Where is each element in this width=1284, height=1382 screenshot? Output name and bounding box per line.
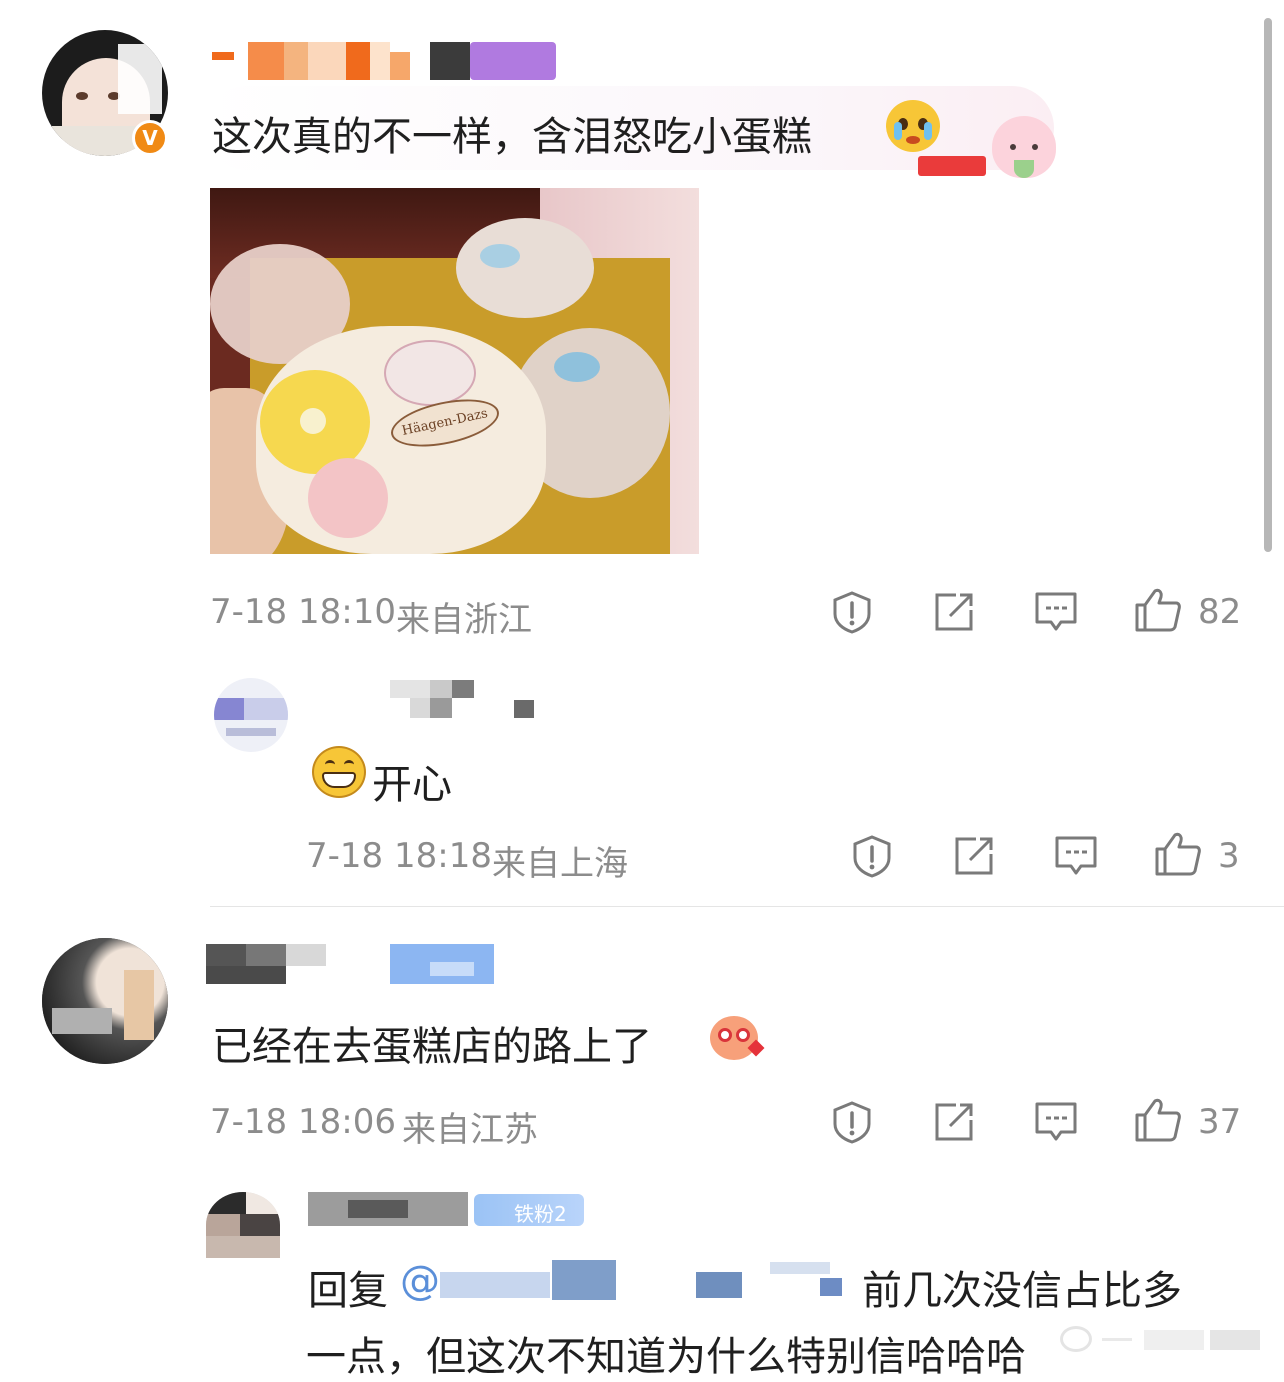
comment-location: 来自上海 bbox=[492, 844, 628, 884]
reply-prefix: 回复 bbox=[308, 1268, 388, 1314]
report-icon bbox=[833, 1101, 871, 1144]
reply-button[interactable] bbox=[1032, 1098, 1080, 1146]
like-icon bbox=[1135, 588, 1181, 632]
report-button[interactable] bbox=[828, 1098, 876, 1146]
reply-button[interactable] bbox=[1052, 832, 1100, 880]
avatar[interactable] bbox=[42, 938, 168, 1064]
comment-text-line2: 一点，但这次不知道为什么特别信哈哈哈 bbox=[306, 1334, 1026, 1380]
scrollbar[interactable] bbox=[1264, 18, 1272, 552]
fan-badge-label: 铁粉2 bbox=[514, 1202, 567, 1226]
reply-button[interactable] bbox=[1032, 588, 1080, 636]
report-button[interactable] bbox=[848, 832, 896, 880]
report-button[interactable] bbox=[828, 588, 876, 636]
watermark-logo bbox=[1060, 1322, 1270, 1358]
like-icon bbox=[1135, 1098, 1181, 1142]
comment-icon bbox=[1055, 836, 1097, 875]
comment-location: 来自江苏 bbox=[402, 1110, 538, 1150]
comment-divider bbox=[210, 906, 1284, 907]
comment-image[interactable]: Häagen-Dazs bbox=[210, 188, 699, 554]
comment-time: 7-18 18:06 bbox=[210, 1102, 396, 1142]
share-button[interactable] bbox=[930, 1098, 978, 1146]
comment-time: 7-18 18:10 bbox=[210, 592, 396, 632]
like-button[interactable] bbox=[1154, 830, 1202, 878]
like-button[interactable] bbox=[1134, 586, 1182, 634]
like-icon bbox=[1155, 832, 1201, 876]
share-icon bbox=[935, 593, 973, 631]
comment-text: 已经在去蛋糕店的路上了 bbox=[212, 1024, 652, 1070]
comment-icon bbox=[1035, 592, 1077, 631]
crying-face-icon bbox=[886, 100, 940, 152]
comment-text-line1: 前几次没信占比多 bbox=[862, 1268, 1182, 1314]
avatar[interactable] bbox=[206, 1192, 280, 1258]
grinning-face-icon bbox=[312, 746, 366, 798]
like-count: 37 bbox=[1198, 1102, 1242, 1142]
mention-link[interactable]: @ bbox=[400, 1258, 440, 1304]
verified-badge-icon: V bbox=[132, 120, 168, 156]
heart-eyes-sticker-icon bbox=[706, 1006, 765, 1062]
like-count: 3 bbox=[1218, 836, 1240, 876]
share-button[interactable] bbox=[950, 832, 998, 880]
share-icon bbox=[955, 837, 993, 875]
comment-text: 开心 bbox=[372, 762, 452, 808]
share-button[interactable] bbox=[930, 588, 978, 636]
comment-icon bbox=[1035, 1102, 1077, 1141]
like-button[interactable] bbox=[1134, 1096, 1182, 1144]
avatar[interactable] bbox=[214, 678, 288, 752]
report-icon bbox=[853, 835, 891, 878]
share-icon bbox=[935, 1103, 973, 1141]
like-count: 82 bbox=[1198, 592, 1242, 632]
comment-location: 来自浙江 bbox=[396, 600, 532, 640]
comment-time: 7-18 18:18 bbox=[306, 836, 492, 876]
peach-mascot-decoration bbox=[986, 110, 1064, 184]
report-icon bbox=[833, 591, 871, 634]
comment-text: 这次真的不一样，含泪怒吃小蛋糕 bbox=[212, 114, 812, 160]
sticker-decoration bbox=[918, 156, 986, 176]
